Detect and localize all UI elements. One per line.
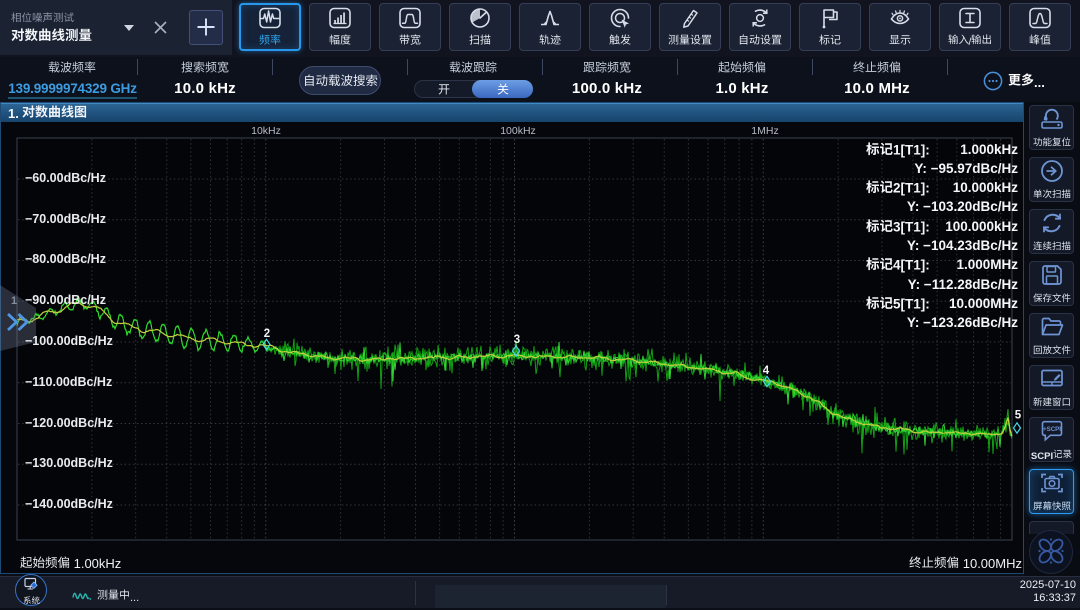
svg-text:3: 3 [514,334,520,346]
svg-text:2: 2 [264,328,270,340]
svg-text:4: 4 [763,365,770,377]
svg-text:+SCPI: +SCPI [1042,426,1060,433]
svg-text:1: 1 [11,295,17,307]
svg-text:5: 5 [1015,410,1022,422]
